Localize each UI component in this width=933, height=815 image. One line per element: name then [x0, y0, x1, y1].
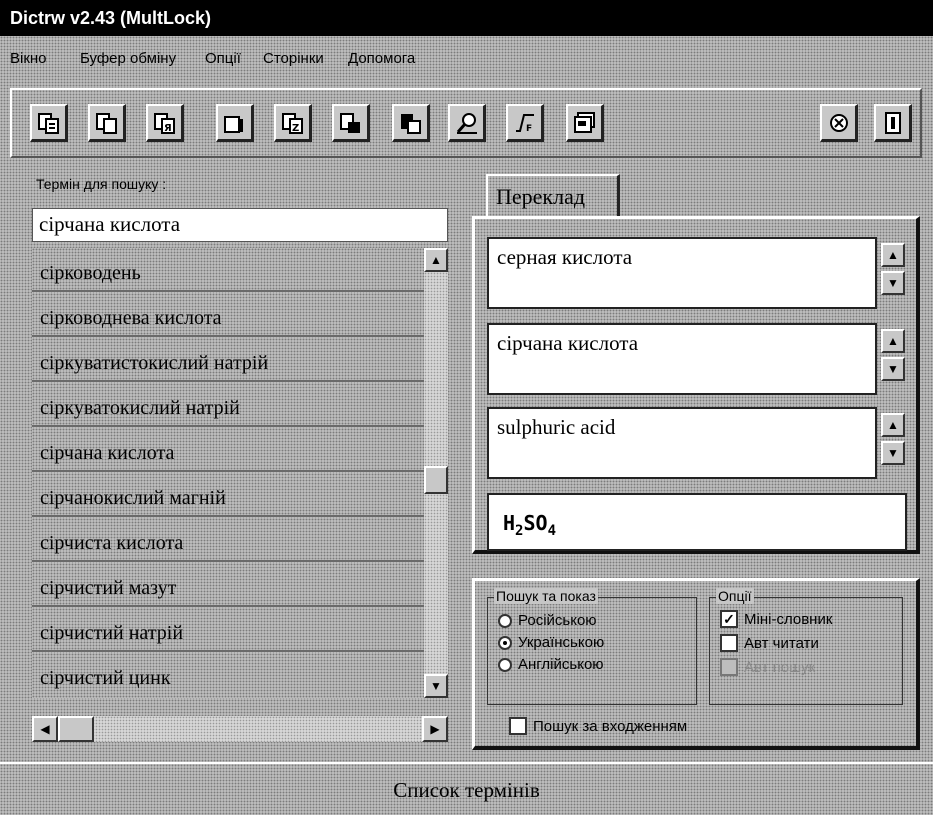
list-horizontal-scrollbar[interactable]: ◀ ▶ — [32, 716, 448, 742]
paste-ru-button[interactable]: Я — [146, 104, 184, 142]
search-display-group: Пошук та показ Російською Українською Ан… — [487, 588, 697, 705]
status-text: Список термінів — [393, 778, 540, 802]
paste-translation-icon — [400, 113, 421, 134]
term-list[interactable]: сірководень сірководнева кислота сіркува… — [32, 248, 424, 698]
tab-translation[interactable]: Переклад — [486, 174, 620, 216]
search-panel: Термін для пошуку : сірчана кислота сірк… — [10, 170, 458, 750]
checkbox-disabled-icon — [720, 658, 738, 676]
check-search-by-entry[interactable]: Пошук за входженням — [509, 717, 687, 735]
title-bar: Dictrw v2.43 (MultLock) — [0, 0, 933, 36]
toolbar: Я Z F — [10, 88, 922, 158]
list-item-selected[interactable]: сірчана кислота — [32, 428, 424, 472]
list-item[interactable]: сірчиста кислота — [32, 518, 424, 562]
svg-text:F: F — [526, 124, 532, 134]
list-item[interactable]: сіркуватокислий натрій — [32, 383, 424, 427]
translation-panel: Переклад серная кислота ▲ ▼ сірчана кисл… — [472, 170, 922, 750]
radio-icon[interactable] — [498, 657, 512, 672]
checkbox-icon[interactable] — [509, 717, 527, 735]
scroll-down-arrow-icon[interactable]: ▼ — [424, 674, 448, 698]
checkbox-icon[interactable] — [720, 634, 738, 652]
translation-frame: серная кислота ▲ ▼ сірчана кислота ▲ ▼ s… — [472, 216, 920, 554]
check-mini-dictionary[interactable]: ✓ Міні-словник — [720, 610, 832, 628]
find-button[interactable] — [448, 104, 486, 142]
radio-checked-icon[interactable] — [498, 635, 512, 650]
list-item[interactable]: сірчистий мазут — [32, 563, 424, 607]
menu-pages[interactable]: Сторінки — [263, 50, 324, 67]
options-group: Опції ✓ Міні-словник Авт читати Авт пошу… — [709, 588, 903, 705]
ua-scroll-down-icon[interactable]: ▼ — [881, 357, 905, 381]
options-frame: Пошук та показ Російською Українською Ан… — [472, 578, 920, 750]
chemical-formula: H2SO4 — [487, 493, 907, 551]
radio-icon[interactable] — [498, 613, 512, 628]
scroll-left-arrow-icon[interactable]: ◀ — [32, 716, 58, 742]
card-button[interactable] — [566, 104, 604, 142]
radio-russian[interactable]: Російською — [498, 612, 597, 629]
paste-translation-button[interactable] — [392, 104, 430, 142]
hscroll-thumb[interactable] — [58, 716, 94, 742]
list-item[interactable]: сірчистий цинк — [32, 653, 424, 697]
copy-to-search-icon — [37, 112, 59, 134]
checkmark-icon[interactable]: ✓ — [720, 610, 738, 628]
list-item[interactable]: сіркуватистокислий натрій — [32, 338, 424, 382]
en-scroll-down-icon[interactable]: ▼ — [881, 441, 905, 465]
list-item[interactable]: сірчистий натрій — [32, 608, 424, 652]
list-vertical-scrollbar[interactable]: ▲ ▼ — [424, 248, 448, 698]
document-en-icon: Z — [281, 112, 303, 134]
info-icon — [884, 111, 901, 134]
window-title: Dictrw v2.43 (MultLock) — [10, 8, 212, 28]
scroll-up-arrow-icon[interactable]: ▲ — [424, 248, 448, 272]
menu-clipboard[interactable]: Буфер обміну — [80, 50, 176, 67]
magnifier-icon — [456, 112, 477, 134]
copy-to-search-button[interactable] — [30, 104, 68, 142]
list-item[interactable]: сірководень — [32, 248, 424, 292]
options-group-title: Опції — [716, 588, 754, 604]
status-bar: Список термінів — [0, 762, 933, 815]
scroll-right-arrow-icon[interactable]: ▶ — [422, 716, 448, 742]
formula-button[interactable]: F — [506, 104, 544, 142]
search-input[interactable]: сірчана кислота — [32, 208, 448, 242]
ru-scroll-up-icon[interactable]: ▲ — [881, 243, 905, 267]
formula-icon: F — [515, 113, 534, 134]
svg-text:Я: Я — [164, 123, 172, 134]
document-ru-icon: Я — [153, 112, 175, 134]
menu-options[interactable]: Опції — [205, 50, 241, 67]
paste-ua-button[interactable] — [216, 104, 254, 142]
refresh-icon — [829, 113, 848, 132]
paste-en-button[interactable]: Z — [274, 104, 312, 142]
menu-help[interactable]: Допомога — [348, 50, 415, 67]
card-icon — [573, 111, 595, 133]
translation-ua-box[interactable]: сірчана кислота — [487, 323, 877, 395]
menu-window[interactable]: Вікно — [10, 50, 47, 67]
list-item[interactable]: сірчанокислий магній — [32, 473, 424, 517]
menu-bar: Вікно Буфер обміну Опції Сторінки Допомо… — [0, 36, 933, 78]
check-auto-read[interactable]: Авт читати — [720, 634, 819, 652]
copy-translation-button[interactable] — [332, 104, 370, 142]
radio-english[interactable]: Англійською — [498, 656, 604, 673]
refresh-button[interactable] — [820, 104, 858, 142]
check-auto-search: Авт пошук — [720, 658, 815, 676]
ua-scroll-up-icon[interactable]: ▲ — [881, 329, 905, 353]
search-label: Термін для пошуку : — [36, 176, 167, 192]
info-button[interactable] — [874, 104, 912, 142]
ru-scroll-down-icon[interactable]: ▼ — [881, 271, 905, 295]
radio-ukrainian[interactable]: Українською — [498, 634, 604, 651]
scroll-thumb[interactable] — [424, 466, 448, 494]
translation-ru-box[interactable]: серная кислота — [487, 237, 877, 309]
list-item[interactable]: сірководнева кислота — [32, 293, 424, 337]
copy-icon — [95, 112, 117, 134]
copy-button[interactable] — [88, 104, 126, 142]
search-display-group-title: Пошук та показ — [494, 588, 598, 604]
translation-en-box[interactable]: sulphuric acid — [487, 407, 877, 479]
svg-text:Z: Z — [292, 123, 299, 134]
copy-translation-icon — [339, 112, 360, 133]
en-scroll-up-icon[interactable]: ▲ — [881, 413, 905, 437]
document-ua-icon — [223, 115, 243, 133]
